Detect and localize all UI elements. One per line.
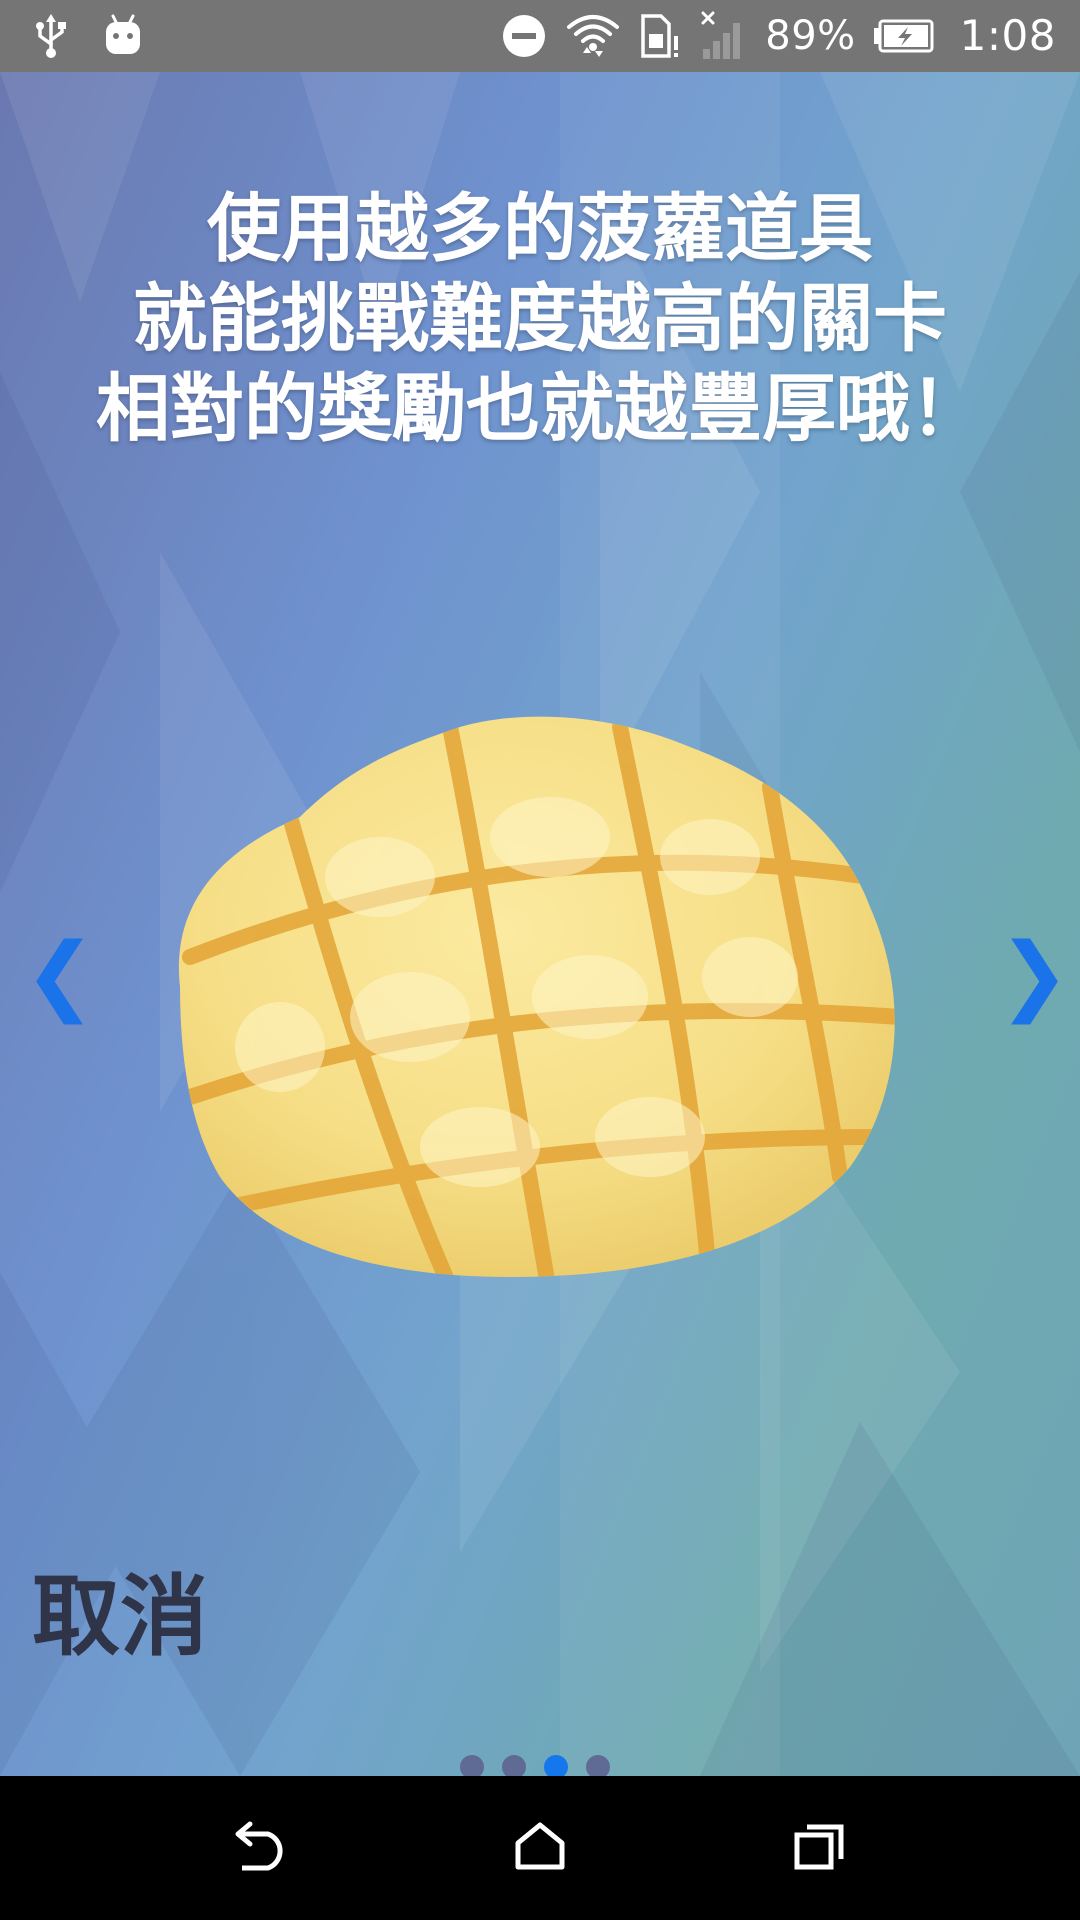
sim-card-alert-icon	[639, 12, 681, 60]
headline-line-1: 使用越多的菠蘿道具	[207, 186, 873, 272]
usb-icon	[34, 14, 68, 58]
recents-icon	[793, 1821, 847, 1875]
onboarding-page: 使用越多的菠蘿道具 就能挑戰難度越高的關卡 相對的獎勵也就越豐厚哦！ ❮ ❯ 取…	[0, 72, 1080, 1776]
battery-charging-icon	[873, 18, 934, 54]
cancel-button[interactable]: 取消	[32, 1562, 208, 1672]
page-dot-3[interactable]	[544, 1755, 568, 1776]
onboarding-headline: 使用越多的菠蘿道具 就能挑戰難度越高的關卡 相對的獎勵也就越豐厚哦！	[40, 184, 1040, 454]
previous-page-arrow[interactable]: ❮	[24, 930, 96, 1020]
page-dot-2[interactable]	[502, 1755, 526, 1776]
navigation-bar	[0, 1776, 1080, 1920]
battery-percent: 89%	[765, 13, 856, 59]
page-indicator	[460, 1752, 610, 1776]
pineapple-bun-illustration	[178, 716, 895, 1278]
wifi-icon	[565, 11, 621, 61]
page-dot-1[interactable]	[460, 1755, 484, 1776]
android-debug-icon	[104, 14, 142, 58]
home-icon	[514, 1821, 566, 1875]
recents-button[interactable]	[760, 1788, 880, 1908]
back-button[interactable]	[200, 1788, 320, 1908]
next-page-arrow[interactable]: ❯	[998, 930, 1070, 1020]
screen: 89% 1:08 使用越多的菠蘿道具 就能挑戰難度越高的關卡 相對的獎勵也就越豐…	[0, 0, 1080, 1920]
headline-line-2: 就能挑戰難度越高的關卡	[133, 276, 947, 362]
headline-line-3: 相對的獎勵也就越豐厚哦！	[96, 366, 984, 452]
signal-no-service-icon	[699, 11, 747, 61]
do-not-disturb-icon	[501, 13, 547, 59]
home-button[interactable]	[480, 1788, 600, 1908]
back-icon	[230, 1820, 290, 1876]
status-bar: 89% 1:08	[0, 0, 1080, 72]
page-dot-4[interactable]	[586, 1755, 610, 1776]
clock: 1:08	[959, 11, 1056, 60]
